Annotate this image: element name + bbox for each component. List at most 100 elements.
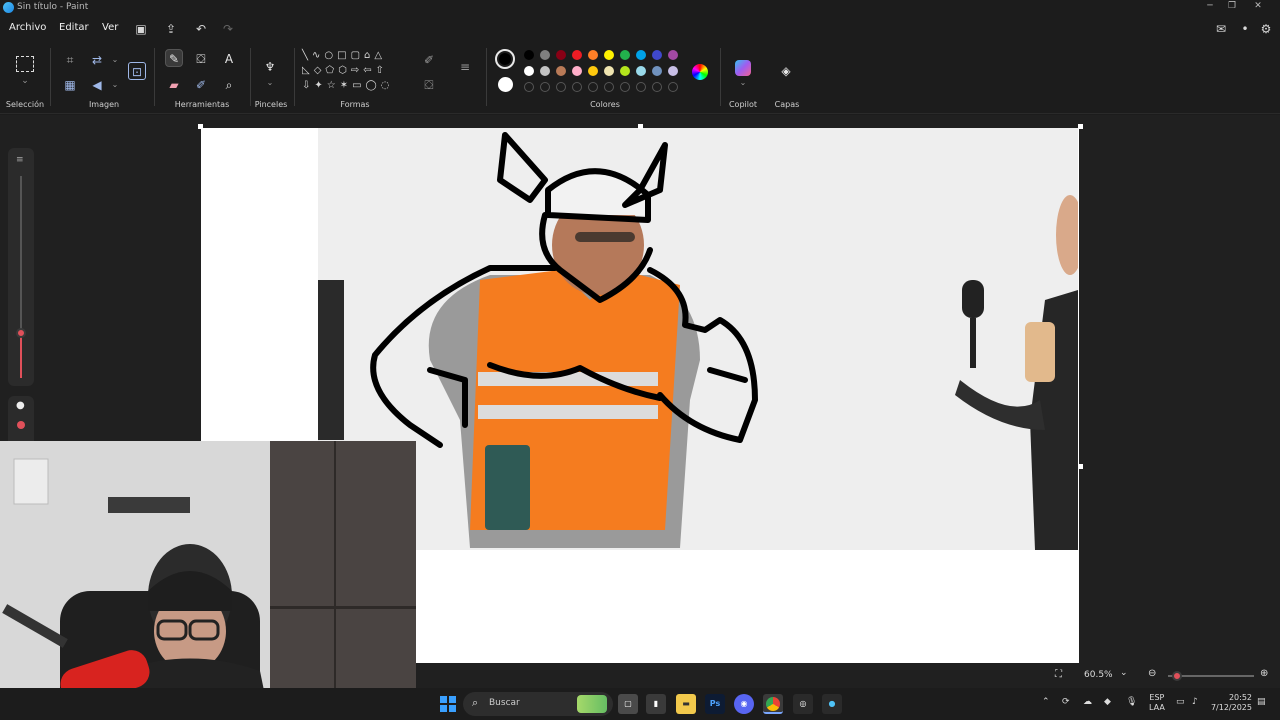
color-swatch[interactable] — [524, 66, 534, 76]
empty-color-swatch[interactable] — [540, 82, 550, 92]
pencil-icon[interactable]: ✎ — [165, 49, 183, 67]
empty-color-swatch[interactable] — [524, 82, 534, 92]
color-swatch[interactable] — [572, 66, 582, 76]
color-swatch[interactable] — [540, 66, 550, 76]
rotate-chevron-icon[interactable]: ⌄ — [106, 76, 124, 94]
canvas-resize-handle[interactable] — [1078, 464, 1083, 469]
minimize-icon[interactable]: ─ — [1200, 1, 1220, 11]
color-swatch[interactable] — [572, 50, 582, 60]
shape-fill-icon[interactable]: ⛋ — [420, 76, 438, 94]
chrome-icon[interactable] — [763, 694, 783, 714]
color-swatch[interactable] — [604, 66, 614, 76]
secondary-color-icon[interactable] — [498, 77, 513, 92]
select-all-icon[interactable]: ▦ — [61, 76, 79, 94]
color-swatch[interactable] — [636, 66, 646, 76]
zoom-in-icon[interactable]: ⊕ — [1260, 668, 1268, 679]
canvas-resize-handle[interactable] — [638, 124, 643, 129]
color-swatch[interactable] — [668, 66, 678, 76]
windows-start-icon[interactable] — [440, 696, 456, 712]
rotate-icon[interactable]: ◀ — [88, 76, 106, 94]
color-swatch[interactable] — [540, 50, 550, 60]
empty-color-swatch[interactable] — [636, 82, 646, 92]
brush-chevron-icon[interactable]: ⌄ — [261, 74, 279, 92]
resize-icon[interactable]: ⇄ — [88, 51, 106, 69]
empty-color-swatch[interactable] — [668, 82, 678, 92]
clock[interactable]: 20:52 7/12/2025 — [1210, 693, 1252, 713]
menu-archivo[interactable]: Archivo — [9, 22, 46, 33]
color-swatch[interactable] — [652, 50, 662, 60]
tray-chevron-up-icon[interactable]: ⌃ — [1042, 697, 1050, 707]
app-icon[interactable]: ▮ — [646, 694, 666, 714]
menu-ver[interactable]: Ver — [102, 22, 118, 33]
network-icon[interactable]: ▭ — [1176, 697, 1185, 707]
shapes-gallery[interactable]: ╲∿○□▢⌂△ ◺◇⬠⬡⇨⇦⇧ ⇩✦☆✶▭◯◌ — [302, 48, 408, 98]
share-icon[interactable]: ⇪ — [163, 21, 179, 37]
file-explorer-icon[interactable]: ▬ — [676, 694, 696, 714]
color-swatch[interactable] — [620, 50, 630, 60]
color-picker-icon[interactable]: ✐ — [192, 76, 210, 94]
language-indicator[interactable]: ESP LAA — [1149, 693, 1165, 713]
primary-color-icon[interactable] — [495, 49, 515, 69]
copilot-chevron-icon[interactable]: ⌄ — [734, 74, 752, 92]
app-tray-icon[interactable]: ◆ — [1104, 697, 1111, 707]
task-view-icon[interactable]: ▢ — [618, 694, 638, 714]
zoom-level[interactable]: 60.5% — [1084, 670, 1113, 680]
brush-size-thumb[interactable] — [16, 328, 26, 338]
settings-gear-icon[interactable]: ⚙ — [1258, 21, 1274, 37]
obs-icon[interactable]: ◎ — [793, 694, 813, 714]
color-swatch[interactable] — [668, 50, 678, 60]
eraser-icon[interactable]: ▰ — [165, 76, 183, 94]
zoom-dropdown-chevron-icon[interactable]: ⌄ — [1120, 668, 1128, 678]
undo-icon[interactable]: ↶ — [193, 21, 209, 37]
magnifier-icon[interactable]: ⌕ — [220, 76, 238, 94]
fit-to-window-icon[interactable]: ⛶ — [1055, 669, 1062, 680]
redo-icon[interactable]: ↷ — [220, 21, 236, 37]
empty-color-swatch[interactable] — [604, 82, 614, 92]
save-icon[interactable]: ▣ — [133, 21, 149, 37]
sync-icon[interactable]: ⟳ — [1062, 697, 1070, 707]
feedback-icon[interactable]: ✉ — [1213, 21, 1229, 37]
account-icon[interactable]: • — [1237, 21, 1253, 37]
empty-color-swatch[interactable] — [620, 82, 630, 92]
canvas-resize-handle[interactable] — [198, 124, 203, 129]
color-swatch[interactable] — [556, 50, 566, 60]
color-swatch[interactable] — [588, 66, 598, 76]
canvas-resize-handle[interactable] — [1078, 124, 1083, 129]
color-swatch[interactable] — [588, 50, 598, 60]
taskbar-search[interactable]: ⌕ Buscar — [463, 692, 613, 716]
discord-icon[interactable]: ◉ — [734, 694, 754, 714]
cloud-icon[interactable]: ☁ — [1083, 697, 1092, 707]
opacity-thumb[interactable] — [17, 421, 25, 429]
color-swatch[interactable] — [636, 50, 646, 60]
line-size-icon[interactable]: ≡ — [456, 58, 474, 76]
text-tool-icon[interactable]: A — [220, 50, 238, 68]
empty-color-swatch[interactable] — [556, 82, 566, 92]
image-background-icon[interactable]: ⊡ — [128, 62, 146, 80]
color-swatch[interactable] — [620, 66, 630, 76]
selection-chevron-down-icon[interactable]: ⌄ — [16, 72, 34, 90]
empty-color-swatch[interactable] — [588, 82, 598, 92]
paint-taskbar-icon[interactable]: ● — [822, 694, 842, 714]
notification-icon[interactable]: ▤ — [1257, 697, 1266, 707]
layers-icon[interactable]: ◈ — [777, 62, 795, 80]
empty-color-swatch[interactable] — [652, 82, 662, 92]
color-swatch[interactable] — [604, 50, 614, 60]
color-swatch[interactable] — [556, 66, 566, 76]
crop-icon[interactable]: ⌗ — [61, 51, 79, 69]
close-icon[interactable]: ✕ — [1248, 1, 1268, 11]
microphone-tray-icon[interactable]: 🎙 — [1126, 697, 1137, 707]
outline-icon[interactable]: ✐ — [420, 51, 438, 69]
edit-colors-icon[interactable] — [692, 64, 708, 80]
color-swatch[interactable] — [652, 66, 662, 76]
volume-icon[interactable]: ♪ — [1192, 697, 1198, 707]
zoom-slider-thumb[interactable] — [1172, 671, 1182, 681]
menu-editar[interactable]: Editar — [59, 22, 89, 33]
rectangle-selection-icon[interactable] — [16, 56, 34, 72]
zoom-out-icon[interactable]: ⊖ — [1148, 668, 1156, 679]
resize-chevron-icon[interactable]: ⌄ — [106, 51, 124, 69]
maximize-icon[interactable]: ❐ — [1222, 1, 1242, 11]
photoshop-icon[interactable]: Ps — [705, 694, 725, 714]
color-swatch[interactable] — [524, 50, 534, 60]
empty-color-swatch[interactable] — [572, 82, 582, 92]
fill-bucket-icon[interactable]: ⛋ — [192, 50, 210, 68]
